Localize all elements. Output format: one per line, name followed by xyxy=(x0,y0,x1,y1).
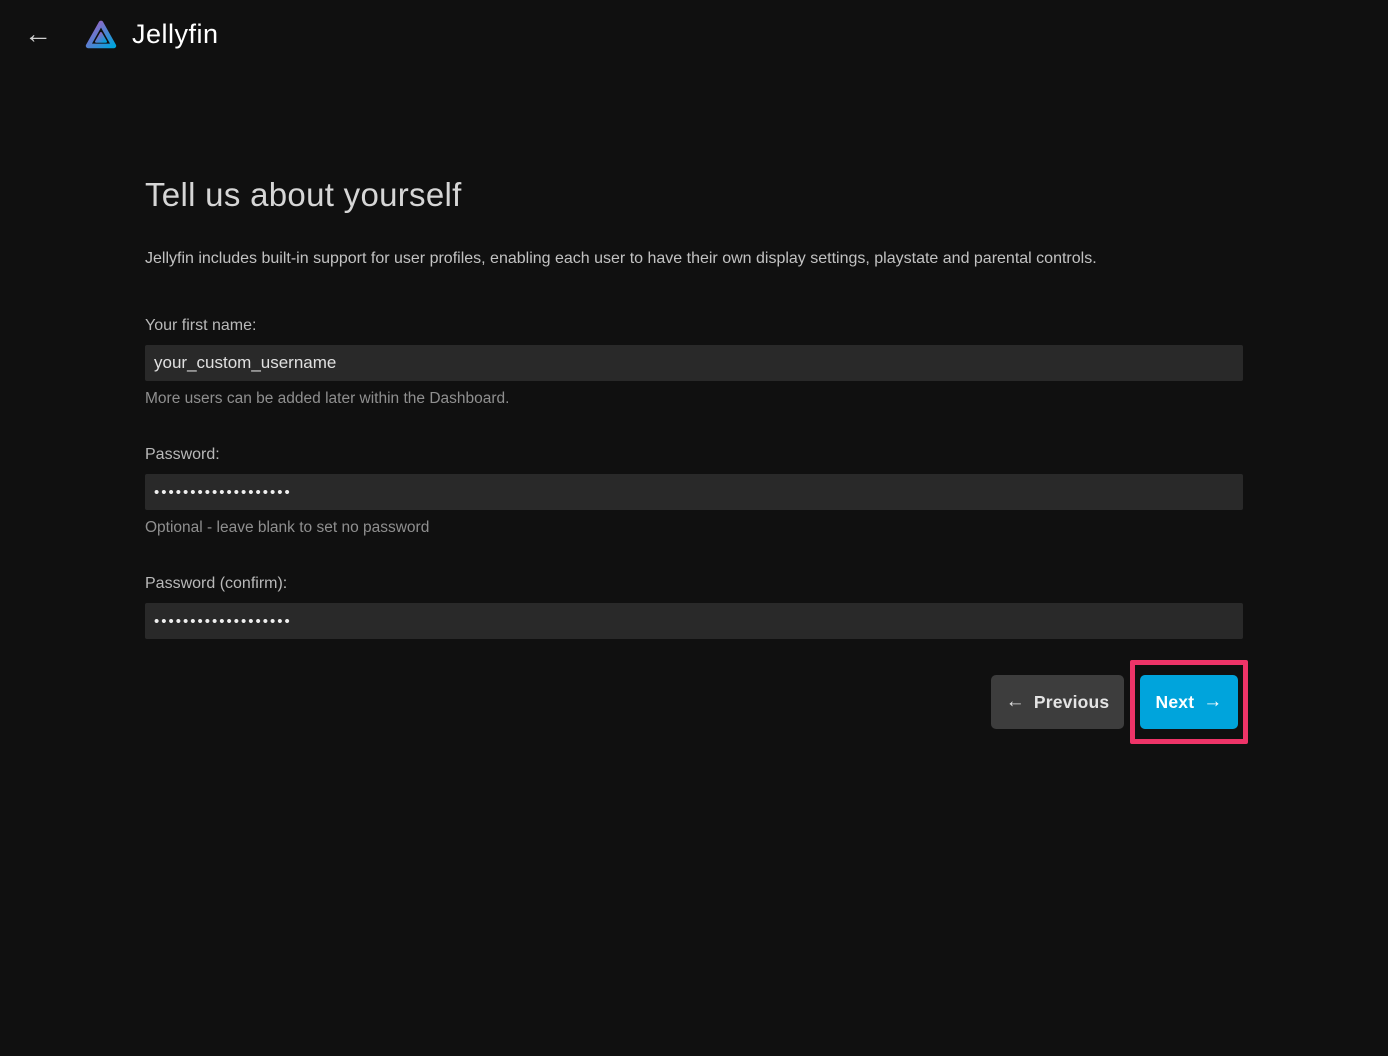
app-header: ← Jellyfin xyxy=(0,0,1388,68)
page-description: Jellyfin includes built-in support for u… xyxy=(145,249,1243,268)
back-arrow-icon: ← xyxy=(24,18,52,49)
first-name-label: Your first name: xyxy=(145,316,1243,335)
jellyfin-logo-icon xyxy=(82,14,120,55)
first-name-group: Your first name: More users can be added… xyxy=(145,316,1243,407)
previous-button[interactable]: ← Previous xyxy=(991,675,1124,729)
password-help: Optional - leave blank to set no passwor… xyxy=(145,519,1243,536)
password-group: Password: Optional - leave blank to set … xyxy=(145,445,1243,536)
setup-wizard-page: Tell us about yourself Jellyfin includes… xyxy=(145,176,1243,744)
password-input[interactable] xyxy=(145,474,1243,510)
password-confirm-label: Password (confirm): xyxy=(145,574,1243,593)
next-button-label: Next xyxy=(1156,692,1195,713)
password-label: Password: xyxy=(145,445,1243,464)
app-name: Jellyfin xyxy=(132,19,219,50)
back-button[interactable]: ← xyxy=(18,14,58,54)
user-profile-form: Your first name: More users can be added… xyxy=(145,316,1243,744)
password-confirm-group: Password (confirm): xyxy=(145,574,1243,639)
password-confirm-input[interactable] xyxy=(145,603,1243,639)
first-name-help: More users can be added later within the… xyxy=(145,390,1243,407)
wizard-button-row: ← Previous Next → xyxy=(145,660,1243,744)
annotation-highlight-box: Next → xyxy=(1130,660,1248,744)
arrow-right-icon: → xyxy=(1203,691,1222,713)
page-title: Tell us about yourself xyxy=(145,176,1243,214)
next-button[interactable]: Next → xyxy=(1140,675,1238,729)
arrow-left-icon: ← xyxy=(1006,691,1025,713)
previous-button-label: Previous xyxy=(1034,692,1110,713)
first-name-input[interactable] xyxy=(145,345,1243,381)
app-logo: Jellyfin xyxy=(82,14,219,55)
